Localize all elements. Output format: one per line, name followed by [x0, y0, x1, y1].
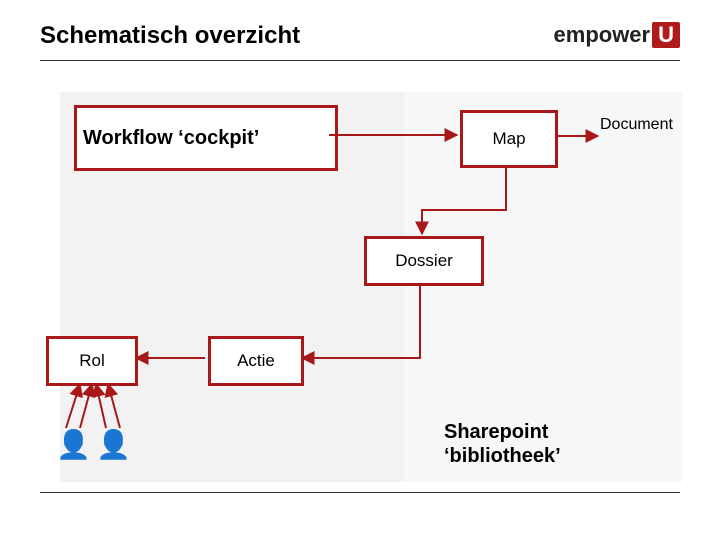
diagram-stage: Schematisch overzicht empowerU Workflow …: [0, 0, 720, 540]
sharepoint-line2: ‘bibliotheek’: [444, 444, 561, 468]
label-rol: Rol: [79, 351, 105, 371]
label-map: Map: [492, 129, 525, 149]
label-document: Document: [600, 116, 684, 156]
logo-suffix: U: [652, 22, 680, 48]
person-icon: 👤: [56, 428, 91, 461]
label-dossier: Dossier: [395, 251, 453, 271]
sharepoint-line1: Sharepoint: [444, 420, 561, 444]
brand-logo: empowerU: [554, 22, 680, 48]
label-sharepoint: Sharepoint ‘bibliotheek’: [444, 420, 561, 468]
box-map: Map: [460, 110, 558, 168]
box-actie: Actie: [208, 336, 304, 386]
logo-text: empower: [554, 22, 651, 47]
box-dossier: Dossier: [364, 236, 484, 286]
label-actie: Actie: [237, 351, 275, 371]
label-workflow: Workflow ‘cockpit’: [83, 127, 259, 150]
page-title: Schematisch overzicht: [40, 22, 300, 50]
divider-bottom: [40, 492, 680, 493]
box-workflow: Workflow ‘cockpit’: [74, 105, 338, 171]
box-rol: Rol: [46, 336, 138, 386]
person-icon: 👤: [96, 428, 131, 461]
divider-top: [40, 60, 680, 61]
